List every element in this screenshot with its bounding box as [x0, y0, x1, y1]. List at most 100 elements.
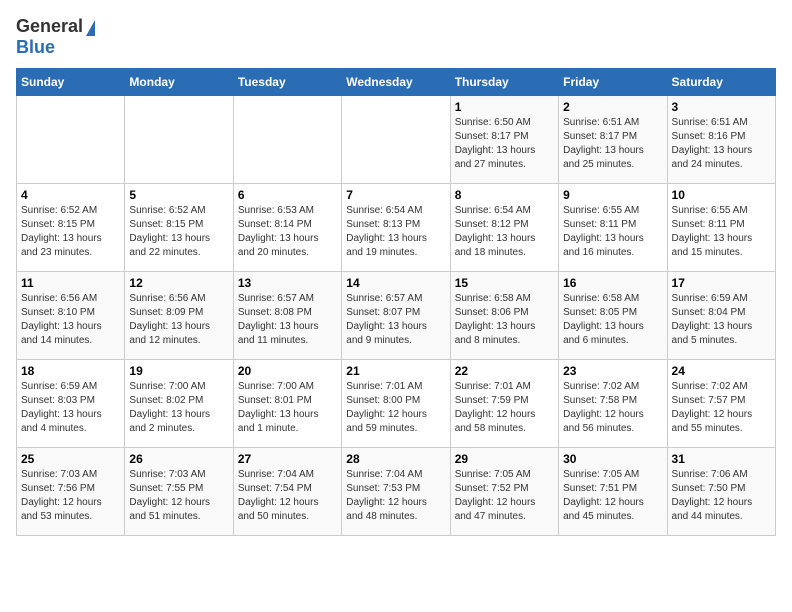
col-header-wednesday: Wednesday	[342, 69, 450, 96]
day-info: Sunrise: 6:56 AMSunset: 8:10 PMDaylight:…	[21, 292, 120, 348]
day-number: 2	[563, 100, 662, 114]
day-cell: 16 Sunrise: 6:58 AMSunset: 8:05 PMDayligh…	[559, 272, 667, 360]
day-cell	[17, 96, 125, 184]
day-info: Sunrise: 6:50 AMSunset: 8:17 PMDaylight:…	[455, 116, 554, 172]
day-number: 22	[455, 364, 554, 378]
day-info: Sunrise: 6:59 AMSunset: 8:03 PMDaylight:…	[21, 380, 120, 436]
day-info: Sunrise: 6:55 AMSunset: 8:11 PMDaylight:…	[672, 204, 771, 260]
day-cell: 14 Sunrise: 6:57 AMSunset: 8:07 PMDayligh…	[342, 272, 450, 360]
day-number: 29	[455, 452, 554, 466]
day-info: Sunrise: 7:05 AMSunset: 7:52 PMDaylight:…	[455, 468, 554, 524]
logo-general-text: General	[16, 16, 83, 37]
day-cell: 21 Sunrise: 7:01 AMSunset: 8:00 PMDayligh…	[342, 360, 450, 448]
day-number: 26	[129, 452, 228, 466]
day-cell	[125, 96, 233, 184]
day-number: 4	[21, 188, 120, 202]
day-number: 18	[21, 364, 120, 378]
day-cell: 7Sunrise: 6:54 AMSunset: 8:13 PMDaylight…	[342, 184, 450, 272]
day-cell: 24Sunrise: 7:02 AMSunset: 7:57 PMDayligh…	[667, 360, 775, 448]
day-cell: 2 Sunrise: 6:51 AMSunset: 8:17 PMDaylight…	[559, 96, 667, 184]
day-info: Sunrise: 6:57 AMSunset: 8:08 PMDaylight:…	[238, 292, 337, 348]
day-number: 31	[672, 452, 771, 466]
day-number: 23	[563, 364, 662, 378]
calendar-table: SundayMondayTuesdayWednesdayThursdayFrid…	[16, 68, 776, 536]
page-header: General Blue	[16, 16, 776, 58]
day-number: 15	[455, 276, 554, 290]
day-cell	[233, 96, 341, 184]
day-cell: 15 Sunrise: 6:58 AMSunset: 8:06 PMDayligh…	[450, 272, 558, 360]
day-cell: 29 Sunrise: 7:05 AMSunset: 7:52 PMDayligh…	[450, 448, 558, 536]
day-number: 8	[455, 188, 554, 202]
day-number: 7	[346, 188, 445, 202]
day-cell: 20Sunrise: 7:00 AMSunset: 8:01 PMDayligh…	[233, 360, 341, 448]
day-number: 20	[238, 364, 337, 378]
day-number: 27	[238, 452, 337, 466]
day-number: 30	[563, 452, 662, 466]
calendar-header-row: SundayMondayTuesdayWednesdayThursdayFrid…	[17, 69, 776, 96]
day-number: 16	[563, 276, 662, 290]
day-number: 11	[21, 276, 120, 290]
day-info: Sunrise: 6:56 AMSunset: 8:09 PMDaylight:…	[129, 292, 228, 348]
day-info: Sunrise: 6:55 AMSunset: 8:11 PMDaylight:…	[563, 204, 662, 260]
week-row-4: 18 Sunrise: 6:59 AMSunset: 8:03 PMDayligh…	[17, 360, 776, 448]
day-number: 13	[238, 276, 337, 290]
day-cell: 1 Sunrise: 6:50 AMSunset: 8:17 PMDaylight…	[450, 96, 558, 184]
day-cell: 31Sunrise: 7:06 AMSunset: 7:50 PMDayligh…	[667, 448, 775, 536]
logo: General Blue	[16, 16, 95, 58]
day-info: Sunrise: 7:01 AMSunset: 7:59 PMDaylight:…	[455, 380, 554, 436]
day-cell: 9 Sunrise: 6:55 AMSunset: 8:11 PMDaylight…	[559, 184, 667, 272]
day-cell: 10 Sunrise: 6:55 AMSunset: 8:11 PMDayligh…	[667, 184, 775, 272]
day-info: Sunrise: 7:00 AMSunset: 8:02 PMDaylight:…	[129, 380, 228, 436]
day-cell: 30Sunrise: 7:05 AMSunset: 7:51 PMDayligh…	[559, 448, 667, 536]
day-cell: 19 Sunrise: 7:00 AMSunset: 8:02 PMDayligh…	[125, 360, 233, 448]
day-info: Sunrise: 7:02 AMSunset: 7:58 PMDaylight:…	[563, 380, 662, 436]
day-info: Sunrise: 7:01 AMSunset: 8:00 PMDaylight:…	[346, 380, 445, 436]
week-row-5: 25 Sunrise: 7:03 AMSunset: 7:56 PMDayligh…	[17, 448, 776, 536]
col-header-sunday: Sunday	[17, 69, 125, 96]
day-number: 3	[672, 100, 771, 114]
day-cell: 8 Sunrise: 6:54 AMSunset: 8:12 PMDaylight…	[450, 184, 558, 272]
day-info: Sunrise: 6:54 AMSunset: 8:12 PMDaylight:…	[455, 204, 554, 260]
day-cell: 12Sunrise: 6:56 AMSunset: 8:09 PMDayligh…	[125, 272, 233, 360]
day-number: 28	[346, 452, 445, 466]
day-cell: 6 Sunrise: 6:53 AMSunset: 8:14 PMDaylight…	[233, 184, 341, 272]
day-number: 19	[129, 364, 228, 378]
day-cell	[342, 96, 450, 184]
day-cell: 23 Sunrise: 7:02 AMSunset: 7:58 PMDayligh…	[559, 360, 667, 448]
day-cell: 22 Sunrise: 7:01 AMSunset: 7:59 PMDayligh…	[450, 360, 558, 448]
day-info: Sunrise: 6:51 AMSunset: 8:17 PMDaylight:…	[563, 116, 662, 172]
day-number: 6	[238, 188, 337, 202]
day-cell: 11 Sunrise: 6:56 AMSunset: 8:10 PMDayligh…	[17, 272, 125, 360]
day-info: Sunrise: 6:58 AMSunset: 8:06 PMDaylight:…	[455, 292, 554, 348]
day-number: 10	[672, 188, 771, 202]
day-cell: 25 Sunrise: 7:03 AMSunset: 7:56 PMDayligh…	[17, 448, 125, 536]
day-number: 5	[129, 188, 228, 202]
day-info: Sunrise: 6:53 AMSunset: 8:14 PMDaylight:…	[238, 204, 337, 260]
day-cell: 26 Sunrise: 7:03 AMSunset: 7:55 PMDayligh…	[125, 448, 233, 536]
col-header-thursday: Thursday	[450, 69, 558, 96]
col-header-tuesday: Tuesday	[233, 69, 341, 96]
day-info: Sunrise: 6:58 AMSunset: 8:05 PMDaylight:…	[563, 292, 662, 348]
day-number: 21	[346, 364, 445, 378]
day-number: 25	[21, 452, 120, 466]
day-info: Sunrise: 6:57 AMSunset: 8:07 PMDaylight:…	[346, 292, 445, 348]
day-number: 14	[346, 276, 445, 290]
day-cell: 3 Sunrise: 6:51 AMSunset: 8:16 PMDaylight…	[667, 96, 775, 184]
day-info: Sunrise: 7:03 AMSunset: 7:56 PMDaylight:…	[21, 468, 120, 524]
day-info: Sunrise: 7:03 AMSunset: 7:55 PMDaylight:…	[129, 468, 228, 524]
day-info: Sunrise: 7:04 AMSunset: 7:53 PMDaylight:…	[346, 468, 445, 524]
week-row-2: 4 Sunrise: 6:52 AMSunset: 8:15 PMDaylight…	[17, 184, 776, 272]
day-number: 1	[455, 100, 554, 114]
day-cell: 5Sunrise: 6:52 AMSunset: 8:15 PMDaylight…	[125, 184, 233, 272]
day-number: 9	[563, 188, 662, 202]
logo-triangle-icon	[86, 20, 95, 36]
day-info: Sunrise: 7:04 AMSunset: 7:54 PMDaylight:…	[238, 468, 337, 524]
day-info: Sunrise: 7:02 AMSunset: 7:57 PMDaylight:…	[672, 380, 771, 436]
day-info: Sunrise: 6:52 AMSunset: 8:15 PMDaylight:…	[21, 204, 120, 260]
day-info: Sunrise: 6:51 AMSunset: 8:16 PMDaylight:…	[672, 116, 771, 172]
week-row-1: 1 Sunrise: 6:50 AMSunset: 8:17 PMDaylight…	[17, 96, 776, 184]
day-info: Sunrise: 6:59 AMSunset: 8:04 PMDaylight:…	[672, 292, 771, 348]
day-cell: 13 Sunrise: 6:57 AMSunset: 8:08 PMDayligh…	[233, 272, 341, 360]
day-cell: 27 Sunrise: 7:04 AMSunset: 7:54 PMDayligh…	[233, 448, 341, 536]
week-row-3: 11 Sunrise: 6:56 AMSunset: 8:10 PMDayligh…	[17, 272, 776, 360]
